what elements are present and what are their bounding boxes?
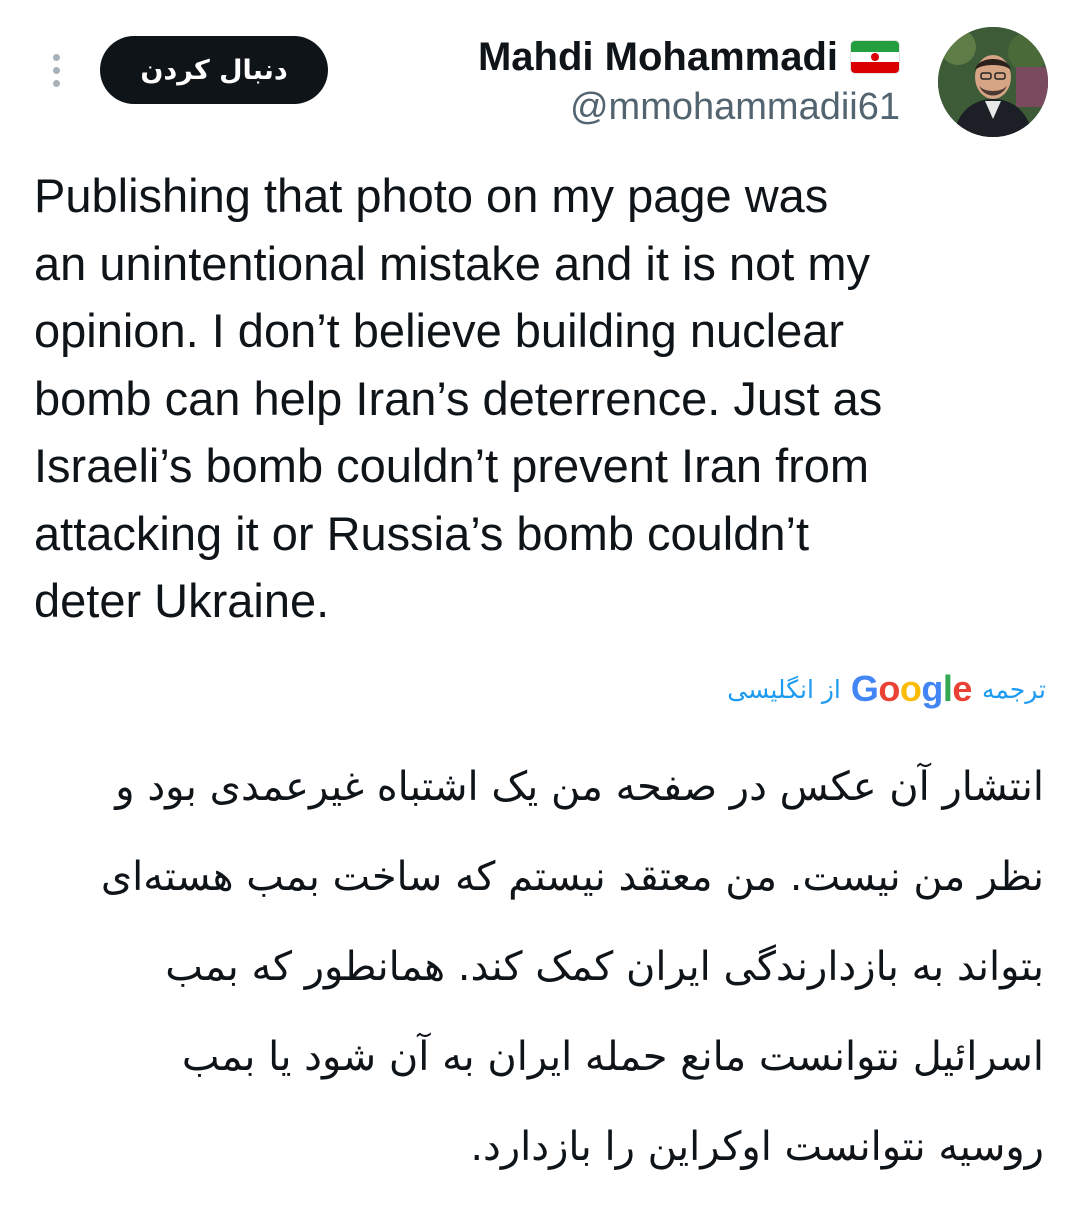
more-dot (52, 66, 60, 74)
follow-button[interactable]: دنبال کردن (100, 36, 328, 104)
iran-flag-icon (850, 40, 900, 74)
avatar-image (938, 27, 1048, 137)
translate-row[interactable]: ترجمه Google از انگلیسی (727, 664, 1046, 714)
translate-label[interactable]: ترجمه (982, 675, 1046, 704)
user-info: Mahdi Mohammadi @mmohammadii61 (478, 30, 900, 129)
more-options-icon[interactable] (38, 48, 74, 92)
display-name-row: Mahdi Mohammadi (478, 30, 900, 84)
more-dot (52, 79, 60, 87)
display-name[interactable]: Mahdi Mohammadi (478, 35, 838, 80)
tweet-text: Publishing that photo on my page was an … (34, 169, 883, 627)
translated-text: انتشار آن عکس در صفحه من یک اشتباه غیرعم… (100, 764, 1044, 1170)
more-dot (52, 53, 60, 61)
google-logo: Google (850, 668, 973, 709)
user-handle[interactable]: @mmohammadii61 (478, 86, 900, 129)
translate-source-language[interactable]: از انگلیسی (727, 675, 841, 704)
avatar[interactable] (938, 27, 1048, 137)
